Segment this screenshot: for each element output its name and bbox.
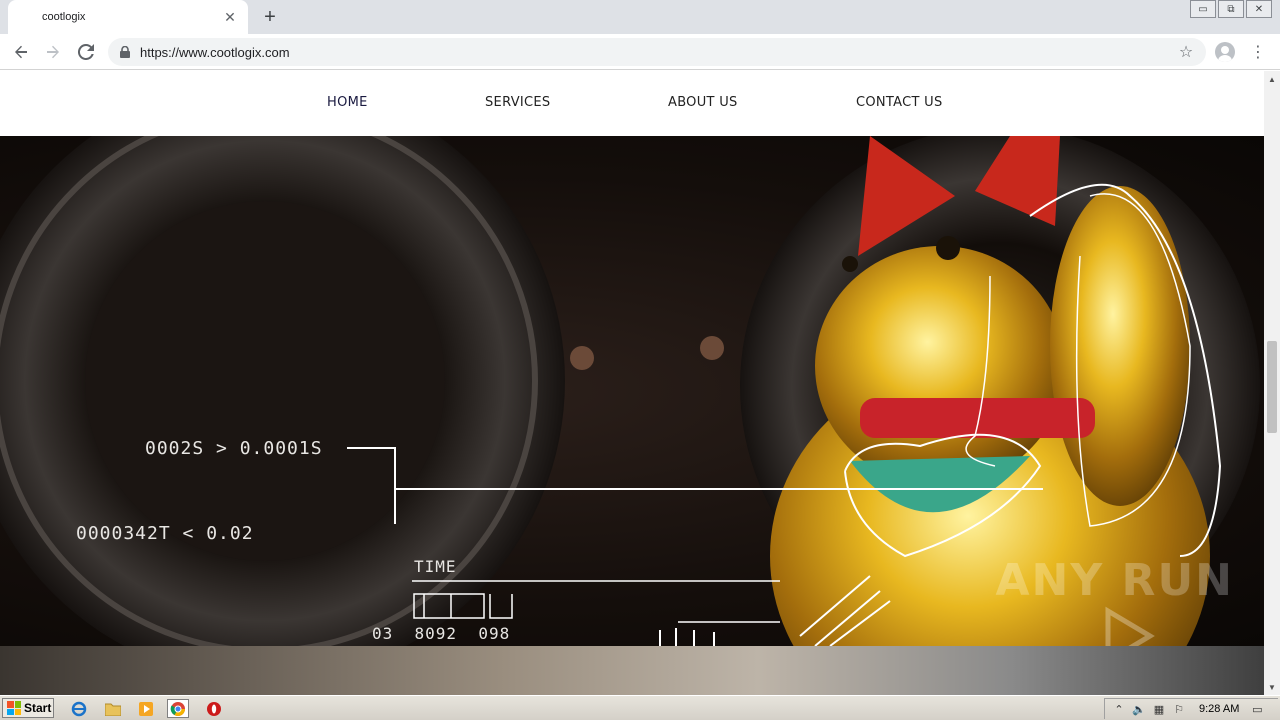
url-text: https://www.cootlogix.com	[140, 44, 290, 60]
nav-contact-us[interactable]: CONTACT US	[856, 95, 943, 110]
scroll-down-icon[interactable]: ▼	[1264, 679, 1280, 695]
scroll-up-icon[interactable]: ▲	[1264, 71, 1280, 87]
tab-cootlogix[interactable]: cootlogix ✕	[8, 0, 248, 34]
nav-about-us[interactable]: ABOUT US	[668, 95, 738, 110]
volume-icon[interactable]: 🔈	[1131, 701, 1147, 717]
system-tray: ⌃ 🔈 ▦ ⚐ 9:28 AM ▭	[1104, 698, 1278, 719]
action-center-flag-icon[interactable]: ⚐	[1171, 701, 1187, 717]
star-icon[interactable]: ☆	[1174, 40, 1198, 64]
page-scrollbar[interactable]: ▲ ▼	[1264, 71, 1280, 695]
tab-strip: cootlogix ✕ + ▭ ⧉ ✕	[0, 0, 1280, 34]
taskbar: Start ⌃ 🔈 ▦ ⚐ 9:28 AM ▭	[0, 695, 1280, 720]
close-window-button[interactable]: ✕	[1246, 0, 1272, 18]
hud-readout-1: 0002S > 0.0001S	[145, 438, 323, 459]
hud-time-label: TIME	[414, 557, 457, 576]
back-icon[interactable]	[9, 40, 33, 64]
hud-readout-2: 0000342T < 0.02	[76, 523, 254, 544]
hero-video: 0002S > 0.0001S 0000342T < 0.02 TIME 03 …	[0, 136, 1264, 646]
nav-home[interactable]: HOME	[327, 95, 368, 110]
page-viewport: HOME SERVICES ABOUT US CONTACT US 0002S …	[0, 71, 1264, 695]
site-navigation: HOME SERVICES ABOUT US CONTACT US	[0, 71, 1264, 136]
forward-icon[interactable]	[41, 40, 65, 64]
start-label: Start	[24, 701, 52, 715]
close-tab-icon[interactable]: ✕	[222, 9, 238, 25]
browser-toolbar: https://www.cootlogix.com ☆ ⋮	[0, 34, 1280, 70]
show-desktop-icon[interactable]: ▭	[1249, 701, 1265, 717]
next-section-preview	[0, 646, 1264, 695]
chrome-icon[interactable]	[167, 699, 189, 718]
network-icon[interactable]: ▦	[1151, 701, 1167, 717]
address-bar[interactable]: https://www.cootlogix.com ☆	[108, 38, 1206, 66]
new-tab-button[interactable]: +	[258, 5, 282, 29]
hud-digits: 03 8092 098	[372, 624, 511, 643]
media-player-icon[interactable]	[135, 699, 157, 718]
reload-icon[interactable]	[74, 40, 98, 64]
scroll-thumb[interactable]	[1267, 341, 1277, 433]
watermark-text: ANY RUN	[995, 555, 1234, 606]
ie-icon[interactable]	[68, 699, 90, 718]
account-icon[interactable]	[1215, 42, 1235, 62]
tab-title: cootlogix	[42, 11, 86, 23]
folder-icon[interactable]	[102, 699, 124, 718]
window-controls: ▭ ⧉ ✕	[1188, 0, 1272, 20]
restore-button[interactable]: ⧉	[1218, 0, 1244, 18]
lock-icon	[118, 45, 132, 59]
windows-logo-icon	[7, 701, 21, 715]
minimize-button[interactable]: ▭	[1190, 0, 1216, 18]
clock: 9:28 AM	[1199, 703, 1240, 715]
nav-services[interactable]: SERVICES	[485, 95, 550, 110]
tray-expand-icon[interactable]: ⌃	[1111, 701, 1127, 717]
start-button[interactable]: Start	[2, 698, 54, 718]
opera-icon[interactable]	[203, 699, 225, 718]
menu-icon[interactable]: ⋮	[1248, 40, 1268, 64]
